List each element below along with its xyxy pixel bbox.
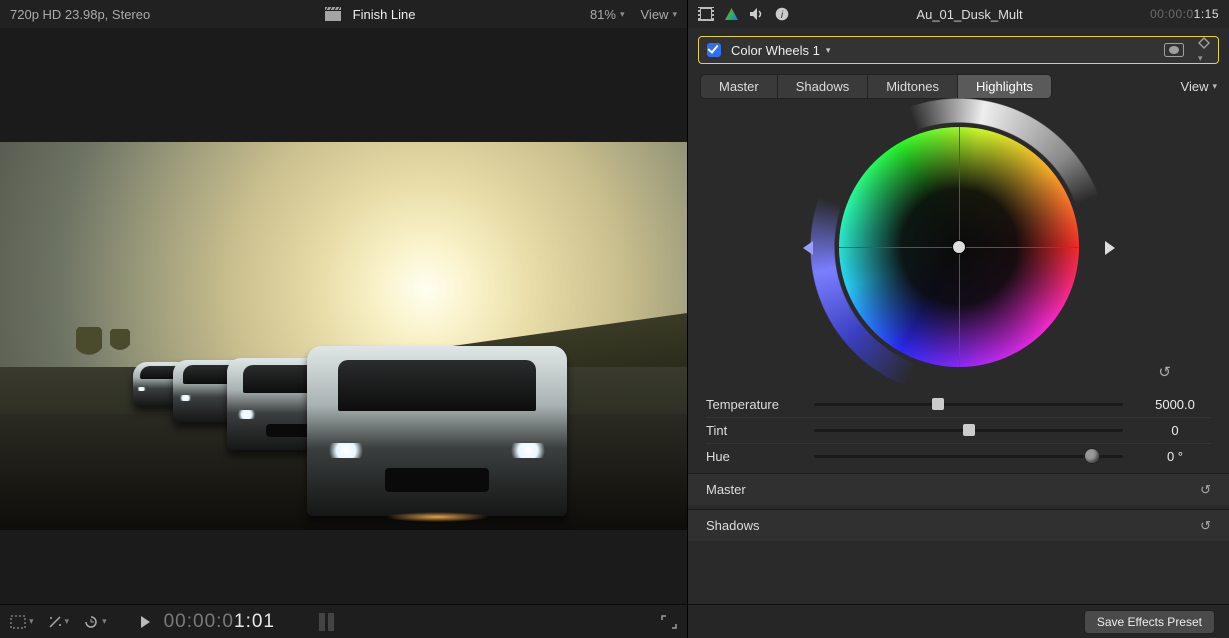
clapperboard-icon[interactable] bbox=[325, 7, 341, 21]
saturation-handle[interactable] bbox=[803, 241, 813, 255]
info-icon: i bbox=[775, 7, 789, 21]
reset-shadows-button[interactable]: ↺ bbox=[1200, 518, 1211, 534]
reset-wheel-button[interactable]: ↺ bbox=[1158, 363, 1171, 381]
retime-tool-dropdown[interactable]: ▾ bbox=[83, 615, 107, 629]
viewer-timecode[interactable]: 00:00:01:01 bbox=[164, 611, 275, 633]
tc-tail: 1:01 bbox=[234, 611, 275, 632]
chevron-down-icon: ▾ bbox=[826, 45, 831, 56]
tint-thumb[interactable] bbox=[963, 424, 975, 436]
inspector-pane: i Au_01_Dusk_Mult 00:00:01:15 Color Whee… bbox=[688, 0, 1229, 638]
tint-track[interactable] bbox=[814, 429, 1123, 432]
slider-hue: Hue 0 ° bbox=[706, 443, 1211, 469]
tab-master[interactable]: Master bbox=[701, 75, 778, 98]
chevron-down-icon: ▾ bbox=[102, 616, 107, 627]
correction-enable-checkbox[interactable] bbox=[707, 43, 721, 57]
correction-name-dropdown[interactable]: Color Wheels 1 ▾ bbox=[731, 43, 830, 58]
chevron-down-icon: ▾ bbox=[672, 9, 677, 20]
info-inspector-tab[interactable]: i bbox=[775, 7, 789, 21]
speaker-icon bbox=[749, 7, 765, 21]
tab-midtones[interactable]: Midtones bbox=[868, 75, 958, 98]
video-inspector-tab[interactable] bbox=[698, 7, 714, 21]
crop-tool-dropdown[interactable]: ▾ bbox=[10, 615, 34, 629]
chevron-down-icon: ▾ bbox=[1212, 81, 1217, 92]
reset-master-button[interactable]: ↺ bbox=[1200, 482, 1211, 498]
play-button[interactable] bbox=[141, 616, 150, 628]
inspector-footer: Save Effects Preset bbox=[688, 604, 1229, 638]
temperature-track[interactable] bbox=[814, 403, 1123, 406]
zoom-value: 81% bbox=[590, 7, 616, 22]
correction-row: Color Wheels 1 ▾ ▾ bbox=[698, 36, 1219, 64]
mask-button[interactable] bbox=[1164, 43, 1184, 57]
crop-icon bbox=[10, 615, 26, 629]
save-effects-preset-button[interactable]: Save Effects Preset bbox=[1084, 610, 1215, 634]
color-triangle-icon bbox=[724, 7, 739, 21]
hue-label: Hue bbox=[706, 449, 814, 464]
viewer-view-label: View bbox=[641, 7, 669, 22]
inspector-view-label: View bbox=[1181, 79, 1209, 94]
hue-track[interactable] bbox=[814, 455, 1123, 458]
tc-dim: 00:00:0 bbox=[164, 611, 234, 632]
tab-highlights[interactable]: Highlights bbox=[958, 75, 1051, 98]
section-shadows[interactable]: Shadows ↺ bbox=[688, 509, 1229, 541]
section-master[interactable]: Master ↺ bbox=[688, 473, 1229, 505]
color-wheel[interactable] bbox=[839, 127, 1079, 367]
tone-range-segmented: Master Shadows Midtones Highlights bbox=[700, 74, 1052, 99]
viewer-toolbar: ▾ ▾ ▾ 00:00:01:01 bbox=[0, 604, 687, 638]
chevron-down-icon: ▾ bbox=[65, 616, 70, 627]
tab-shadows[interactable]: Shadows bbox=[778, 75, 868, 98]
chevron-down-icon: ▾ bbox=[29, 616, 34, 627]
keyframe-dropdown[interactable]: ▾ bbox=[1198, 37, 1210, 64]
preview-frame bbox=[0, 142, 687, 530]
color-wheel-puck[interactable] bbox=[953, 241, 965, 253]
temperature-value[interactable]: 5000.0 bbox=[1139, 397, 1211, 412]
temperature-thumb[interactable] bbox=[932, 398, 944, 410]
fullscreen-icon bbox=[661, 615, 677, 629]
mask-icon bbox=[1164, 43, 1184, 57]
enhance-tool-dropdown[interactable]: ▾ bbox=[48, 615, 70, 629]
hue-value[interactable]: 0 ° bbox=[1139, 449, 1211, 464]
zoom-dropdown[interactable]: 81% ▾ bbox=[590, 7, 625, 22]
tc-dim: 00:00:0 bbox=[1150, 7, 1194, 21]
clip-format-label: 720p HD 23.98p, Stereo bbox=[10, 7, 150, 22]
tint-label: Tint bbox=[706, 423, 814, 438]
fullscreen-button[interactable] bbox=[661, 615, 677, 629]
clip-title: Finish Line bbox=[353, 7, 416, 22]
chevron-down-icon: ▾ bbox=[620, 9, 625, 20]
inspector-timecode: 00:00:01:15 bbox=[1150, 7, 1219, 21]
tc-tail: 1:15 bbox=[1194, 7, 1219, 21]
inspector-view-dropdown[interactable]: View ▾ bbox=[1181, 79, 1217, 94]
retime-icon bbox=[83, 615, 99, 629]
correction-name-label: Color Wheels 1 bbox=[731, 43, 820, 58]
color-inspector-tab[interactable] bbox=[724, 7, 739, 21]
viewer-header: 720p HD 23.98p, Stereo Finish Line 81% ▾… bbox=[0, 0, 687, 28]
keyframe-icon bbox=[1198, 37, 1210, 49]
audio-skim-indicator bbox=[319, 613, 334, 631]
tint-value[interactable]: 0 bbox=[1139, 423, 1211, 438]
slider-tint: Tint 0 bbox=[706, 417, 1211, 443]
hue-thumb[interactable] bbox=[1085, 449, 1099, 463]
brightness-handle[interactable] bbox=[1105, 241, 1115, 255]
audio-inspector-tab[interactable] bbox=[749, 7, 765, 21]
inspector-header: i Au_01_Dusk_Mult 00:00:01:15 bbox=[688, 0, 1229, 28]
color-wheel-area: ↺ bbox=[688, 107, 1229, 387]
chevron-down-icon: ▾ bbox=[1198, 53, 1203, 63]
section-master-label: Master bbox=[706, 482, 746, 497]
viewer-pane: 720p HD 23.98p, Stereo Finish Line 81% ▾… bbox=[0, 0, 688, 638]
temperature-label: Temperature bbox=[706, 397, 814, 412]
wand-icon bbox=[48, 615, 62, 629]
inspector-clip-name: Au_01_Dusk_Mult bbox=[799, 7, 1140, 22]
global-sliders: Temperature 5000.0 Tint 0 Hue 0 ° bbox=[688, 387, 1229, 469]
viewer-view-dropdown[interactable]: View ▾ bbox=[641, 7, 677, 22]
film-strip-icon bbox=[698, 7, 714, 21]
viewer-canvas[interactable] bbox=[0, 28, 687, 604]
section-shadows-label: Shadows bbox=[706, 518, 759, 533]
